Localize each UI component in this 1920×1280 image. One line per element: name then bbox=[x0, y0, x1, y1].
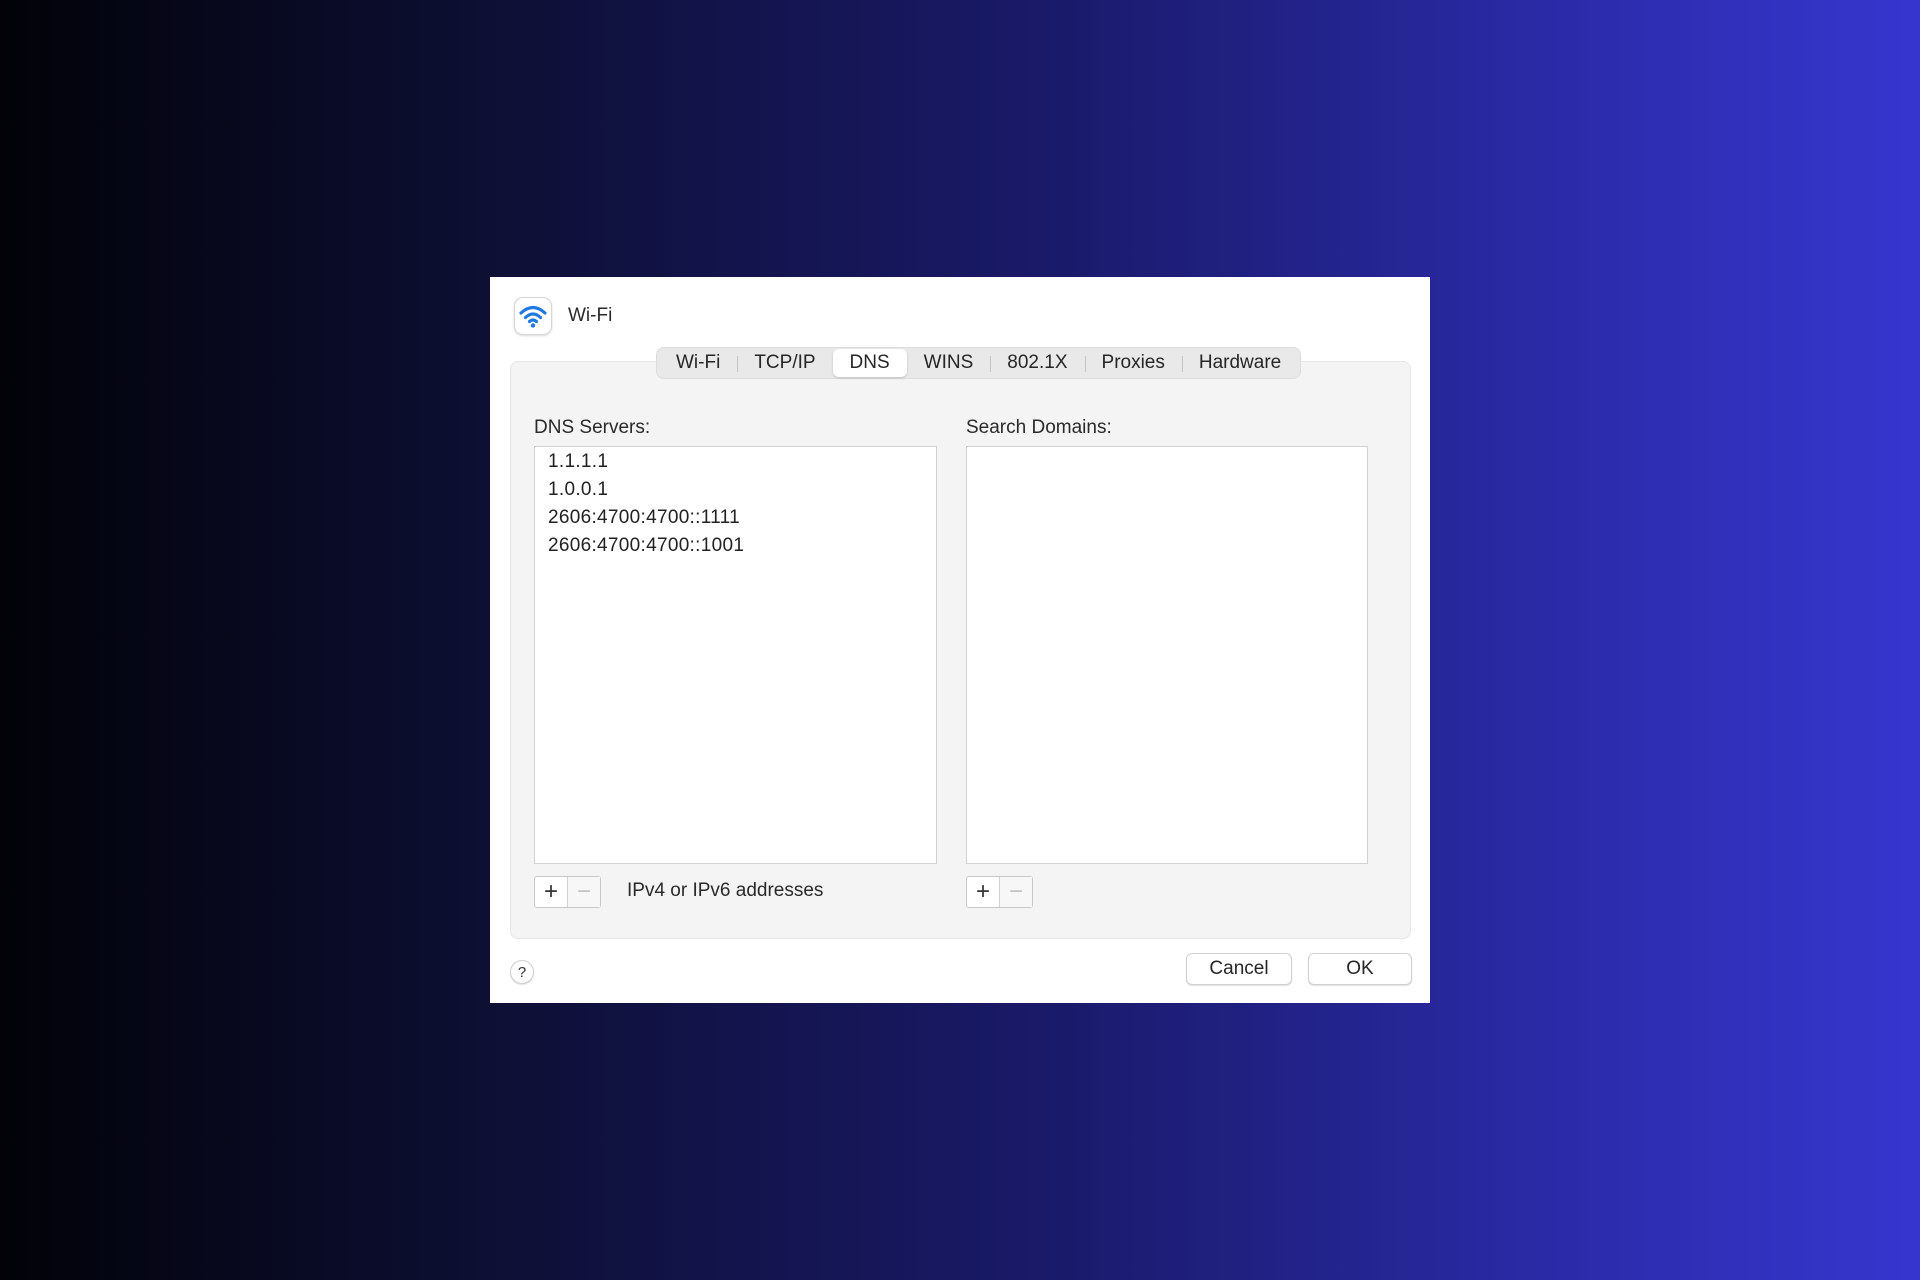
list-item[interactable]: 1.1.1.1 bbox=[535, 448, 936, 476]
dialog-title: Wi-Fi bbox=[568, 305, 613, 326]
add-dns-server-button[interactable]: + bbox=[535, 877, 567, 907]
add-search-domain-button[interactable]: + bbox=[967, 877, 999, 907]
settings-panel: Wi-Fi TCP/IP DNS WINS 802.1X Proxies Har… bbox=[510, 347, 1411, 939]
wifi-icon bbox=[514, 297, 552, 335]
search-domains-list[interactable] bbox=[966, 446, 1368, 864]
dns-servers-label: DNS Servers: bbox=[534, 417, 651, 438]
tab-hardware[interactable]: Hardware bbox=[1181, 349, 1298, 377]
remove-search-domain-button[interactable]: − bbox=[999, 877, 1032, 907]
search-domains-label: Search Domains: bbox=[966, 417, 1112, 438]
tab-proxies[interactable]: Proxies bbox=[1084, 349, 1182, 377]
list-item[interactable]: 2606:4700:4700::1111 bbox=[535, 504, 936, 532]
dns-servers-list[interactable]: 1.1.1.1 1.0.0.1 2606:4700:4700::1111 260… bbox=[534, 446, 937, 864]
tab-bar: Wi-Fi TCP/IP DNS WINS 802.1X Proxies Har… bbox=[656, 347, 1302, 379]
search-domains-controls: + − bbox=[966, 876, 1033, 908]
cancel-button[interactable]: Cancel bbox=[1186, 953, 1292, 985]
tab-dns[interactable]: DNS bbox=[832, 349, 907, 377]
list-item[interactable]: 2606:4700:4700::1001 bbox=[535, 532, 936, 560]
tab-wifi[interactable]: Wi-Fi bbox=[659, 349, 737, 377]
list-item[interactable]: 1.0.0.1 bbox=[535, 476, 936, 504]
remove-dns-server-button[interactable]: − bbox=[567, 877, 600, 907]
tab-wins[interactable]: WINS bbox=[907, 349, 991, 377]
dialog-header: Wi-Fi bbox=[514, 295, 612, 337]
dns-servers-controls: + − bbox=[534, 876, 601, 908]
dns-address-hint: IPv4 or IPv6 addresses bbox=[627, 880, 824, 901]
network-settings-dialog: Wi-Fi Wi-Fi TCP/IP DNS WINS 802.1X Proxi… bbox=[490, 277, 1430, 1003]
help-button[interactable]: ? bbox=[510, 960, 534, 984]
tab-tcp-ip[interactable]: TCP/IP bbox=[737, 349, 832, 377]
tab-802-1x[interactable]: 802.1X bbox=[990, 349, 1084, 377]
ok-button[interactable]: OK bbox=[1308, 953, 1412, 985]
